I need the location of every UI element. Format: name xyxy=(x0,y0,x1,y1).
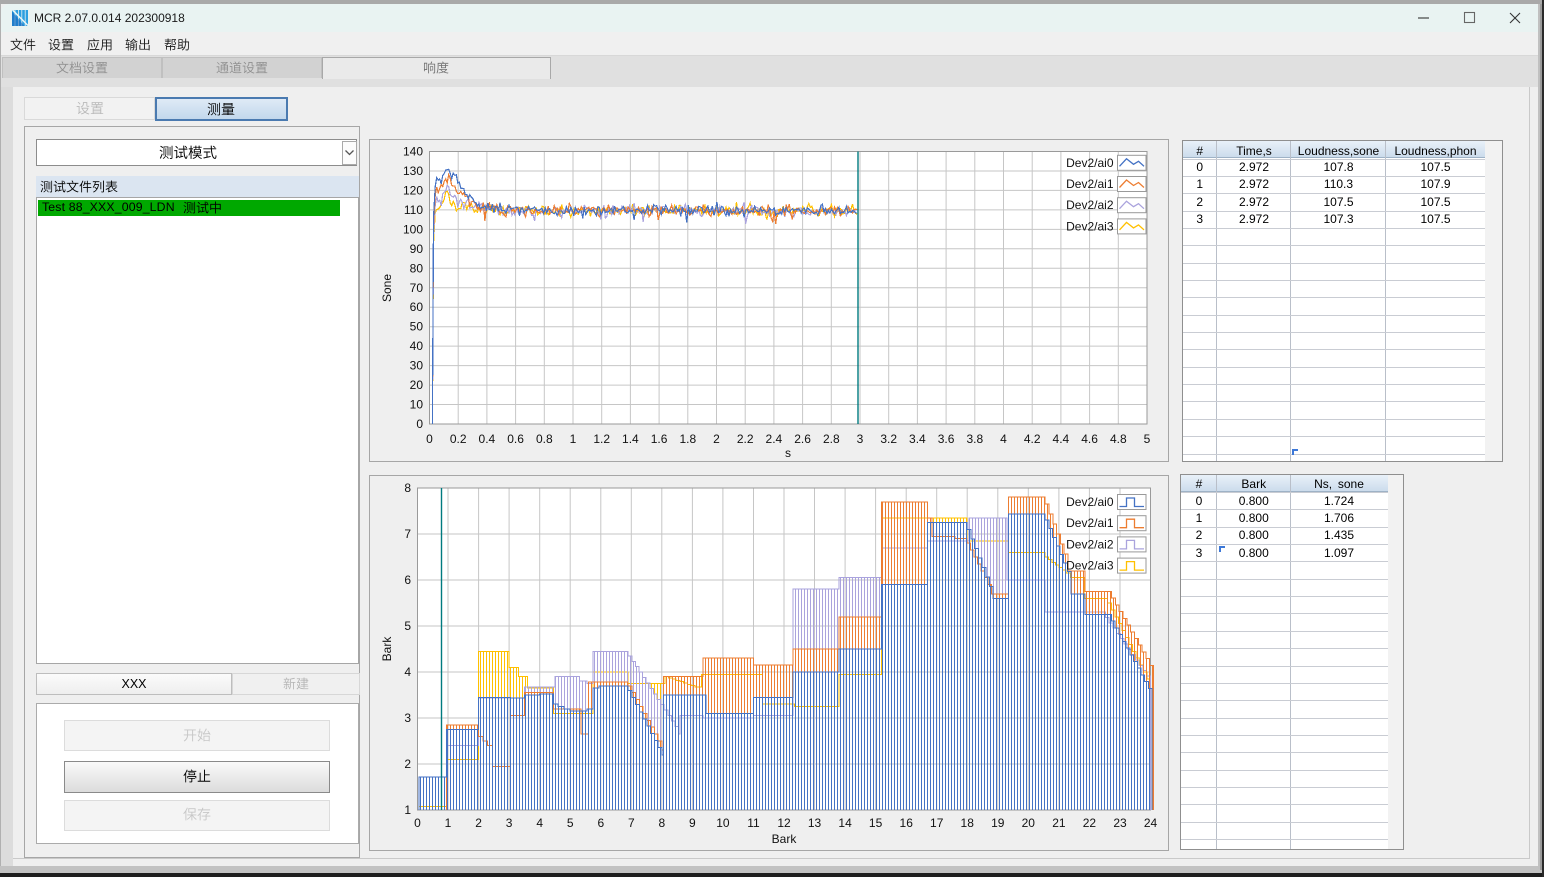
svg-text:1.6: 1.6 xyxy=(651,432,668,446)
svg-text:12: 12 xyxy=(777,816,791,830)
svg-text:5: 5 xyxy=(404,619,411,633)
svg-text:3: 3 xyxy=(857,432,864,446)
svg-text:21: 21 xyxy=(1052,816,1066,830)
svg-text:Dev2/ai1: Dev2/ai1 xyxy=(1066,516,1114,530)
svg-text:1: 1 xyxy=(404,803,411,817)
svg-text:0: 0 xyxy=(426,432,433,446)
svg-text:0.8: 0.8 xyxy=(536,432,553,446)
svg-text:7: 7 xyxy=(404,527,411,541)
svg-text:9: 9 xyxy=(689,816,696,830)
svg-text:6: 6 xyxy=(404,573,411,587)
svg-text:30: 30 xyxy=(410,359,424,373)
svg-text:8: 8 xyxy=(404,481,411,495)
svg-text:Dev2/ai3: Dev2/ai3 xyxy=(1066,559,1114,573)
svg-text:1.8: 1.8 xyxy=(679,432,696,446)
svg-text:2.2: 2.2 xyxy=(737,432,754,446)
svg-text:Dev2/ai0: Dev2/ai0 xyxy=(1066,495,1114,509)
svg-text:3.8: 3.8 xyxy=(966,432,983,446)
svg-text:Dev2/ai3: Dev2/ai3 xyxy=(1066,219,1114,233)
svg-text:90: 90 xyxy=(410,242,424,256)
svg-text:140: 140 xyxy=(403,145,423,159)
svg-text:2: 2 xyxy=(713,432,720,446)
svg-text:8: 8 xyxy=(658,816,665,830)
svg-text:20: 20 xyxy=(410,378,424,392)
svg-text:110: 110 xyxy=(404,203,423,217)
svg-text:Dev2/ai2: Dev2/ai2 xyxy=(1066,198,1114,212)
svg-text:1: 1 xyxy=(445,816,452,830)
svg-text:20: 20 xyxy=(1022,816,1036,830)
svg-text:4: 4 xyxy=(404,665,411,679)
svg-text:50: 50 xyxy=(410,320,424,334)
svg-text:5: 5 xyxy=(567,816,574,830)
svg-text:40: 40 xyxy=(410,339,424,353)
svg-text:s: s xyxy=(785,446,791,460)
svg-text:0: 0 xyxy=(414,816,421,830)
svg-text:3.2: 3.2 xyxy=(880,432,897,446)
svg-text:3: 3 xyxy=(506,816,513,830)
svg-text:14: 14 xyxy=(838,816,852,830)
svg-text:11: 11 xyxy=(747,816,760,830)
svg-text:24: 24 xyxy=(1144,816,1158,830)
svg-text:22: 22 xyxy=(1083,816,1097,830)
svg-text:0.2: 0.2 xyxy=(450,432,467,446)
svg-text:70: 70 xyxy=(410,281,424,295)
svg-text:0: 0 xyxy=(416,417,423,431)
svg-text:16: 16 xyxy=(900,816,914,830)
svg-text:4.8: 4.8 xyxy=(1110,432,1127,446)
svg-text:2: 2 xyxy=(404,757,411,771)
svg-text:2: 2 xyxy=(475,816,482,830)
svg-text:4.2: 4.2 xyxy=(1024,432,1041,446)
svg-text:19: 19 xyxy=(991,816,1005,830)
svg-text:2.8: 2.8 xyxy=(823,432,840,446)
svg-text:60: 60 xyxy=(410,300,424,314)
svg-text:Dev2/ai2: Dev2/ai2 xyxy=(1066,537,1114,551)
svg-text:Dev2/ai1: Dev2/ai1 xyxy=(1066,177,1114,191)
svg-text:1.4: 1.4 xyxy=(622,432,639,446)
svg-text:5: 5 xyxy=(1144,432,1151,446)
svg-text:4.4: 4.4 xyxy=(1053,432,1070,446)
svg-text:2.6: 2.6 xyxy=(794,432,811,446)
svg-text:2.4: 2.4 xyxy=(766,432,783,446)
svg-text:17: 17 xyxy=(930,816,944,830)
svg-text:80: 80 xyxy=(410,261,424,275)
svg-text:10: 10 xyxy=(716,816,730,830)
svg-text:6: 6 xyxy=(597,816,604,830)
svg-text:7: 7 xyxy=(628,816,635,830)
svg-text:Bark: Bark xyxy=(772,832,798,846)
svg-text:1.2: 1.2 xyxy=(593,432,610,446)
svg-text:3: 3 xyxy=(404,711,411,725)
svg-text:4: 4 xyxy=(536,816,543,830)
svg-text:23: 23 xyxy=(1113,816,1127,830)
svg-text:13: 13 xyxy=(808,816,822,830)
svg-text:100: 100 xyxy=(403,222,423,236)
svg-text:120: 120 xyxy=(403,183,423,197)
svg-text:3.6: 3.6 xyxy=(938,432,955,446)
svg-text:15: 15 xyxy=(869,816,883,830)
svg-text:4: 4 xyxy=(1000,432,1007,446)
svg-text:0.6: 0.6 xyxy=(507,432,524,446)
svg-text:0.4: 0.4 xyxy=(479,432,496,446)
svg-text:18: 18 xyxy=(961,816,975,830)
svg-text:130: 130 xyxy=(403,164,423,178)
svg-text:4.6: 4.6 xyxy=(1081,432,1098,446)
svg-text:Sone: Sone xyxy=(380,274,394,302)
svg-text:10: 10 xyxy=(410,398,424,412)
svg-text:Bark: Bark xyxy=(380,636,394,662)
svg-text:Dev2/ai0: Dev2/ai0 xyxy=(1066,156,1114,170)
svg-text:3.4: 3.4 xyxy=(909,432,926,446)
svg-text:1: 1 xyxy=(570,432,577,446)
